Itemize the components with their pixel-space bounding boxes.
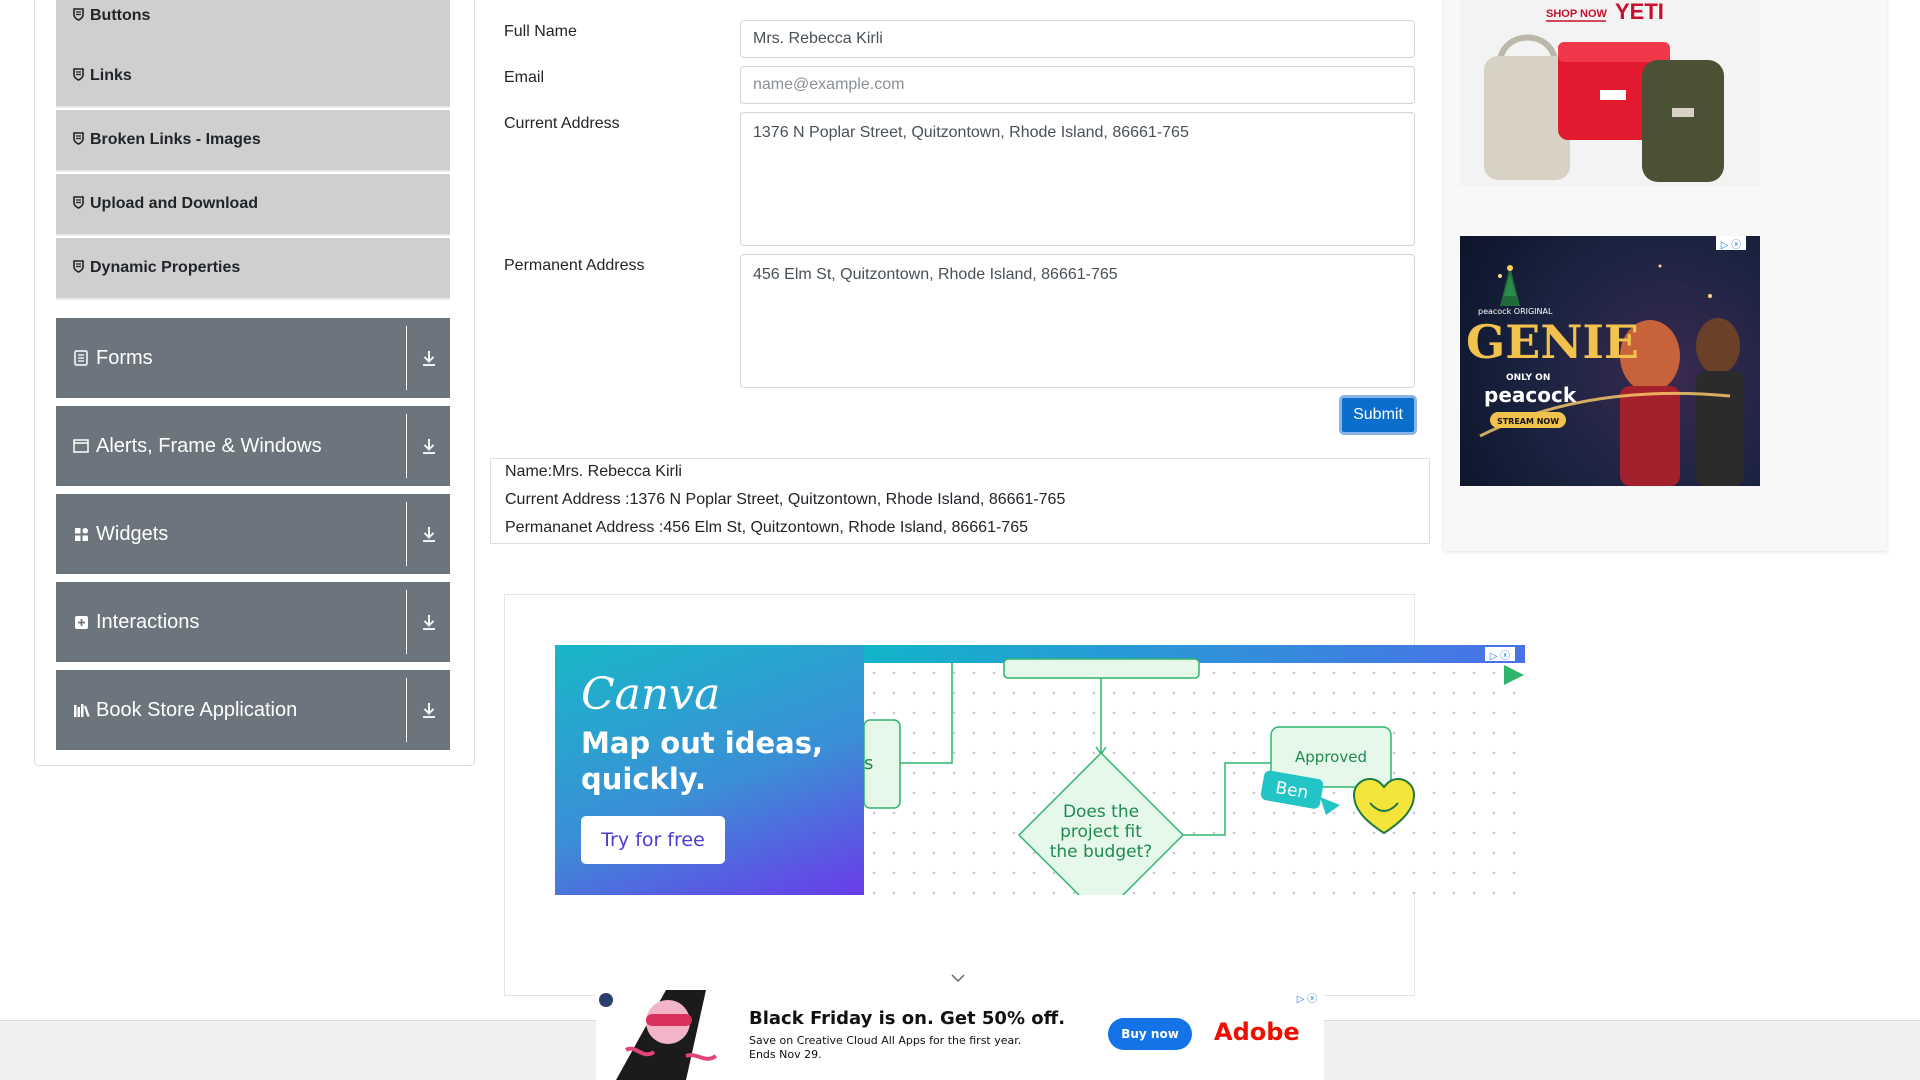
window-icon bbox=[72, 437, 90, 455]
shield-icon bbox=[70, 132, 86, 148]
ad-headline: Map out ideas, quickly. bbox=[581, 726, 824, 796]
shield-icon bbox=[70, 8, 86, 24]
sidebar-item-label: Broken Links - Images bbox=[90, 131, 261, 148]
chevron-down-icon[interactable] bbox=[950, 970, 966, 983]
yeti-ad[interactable]: SHOP NOW YETI bbox=[1460, 0, 1760, 186]
sidebar-group-widgets[interactable]: Widgets bbox=[56, 494, 450, 574]
sidebar-item-broken-links[interactable]: Broken Links - Images bbox=[56, 110, 450, 172]
flowchart-illustration: s Does the project fit the budget? Approve… bbox=[864, 658, 1524, 895]
full-name-label: Full Name bbox=[504, 23, 577, 40]
books-icon bbox=[72, 701, 90, 719]
permanent-address-textarea[interactable]: 456 Elm St, Quitzontown, Rhode Island, 8… bbox=[740, 254, 1415, 388]
sidebar-group-label: Widgets bbox=[96, 522, 169, 545]
sidebar-group-label: Interactions bbox=[96, 610, 200, 633]
sidebar-item-buttons[interactable]: Buttons bbox=[56, 0, 450, 48]
genie-poster-image: peacock ORIGINAL GENIE ONLY ON peacock S… bbox=[1466, 264, 1744, 486]
current-address-label: Current Address bbox=[504, 115, 620, 132]
genie-only-on: ONLY ON bbox=[1506, 373, 1550, 383]
adobe-ad-title: Black Friday is on. Get 50% off. bbox=[749, 1008, 1066, 1029]
full-name-input[interactable] bbox=[740, 20, 1415, 58]
widgets-icon bbox=[72, 525, 90, 543]
adobe-ad-subtitle: Save on Creative Cloud All Apps for the … bbox=[749, 1034, 1022, 1061]
ad-choices-icon[interactable]: ▷ ⓧ bbox=[1292, 990, 1322, 1005]
sidebar-group-alerts[interactable]: Alerts, Frame & Windows bbox=[56, 406, 450, 486]
divider bbox=[406, 590, 407, 654]
adobe-logo: Adobe bbox=[1214, 1018, 1300, 1046]
sidebar-item-label: Dynamic Properties bbox=[90, 259, 241, 276]
expand-icon[interactable] bbox=[408, 494, 450, 574]
genie-stream-now: STREAM NOW bbox=[1497, 417, 1559, 426]
divider bbox=[406, 678, 407, 742]
document-icon bbox=[72, 349, 90, 367]
current-address-textarea[interactable]: 1376 N Poplar Street, Quitzontown, Rhode… bbox=[740, 112, 1415, 246]
divider bbox=[406, 414, 407, 478]
expand-icon[interactable] bbox=[408, 670, 450, 750]
yeti-product-image: SHOP NOW YETI bbox=[1484, 0, 1724, 182]
sidebar-group-label: Book Store Application bbox=[96, 698, 298, 721]
ad-choices-icon[interactable]: ▷ ⓧ bbox=[1716, 236, 1746, 251]
canva-logo: Canva bbox=[581, 669, 721, 720]
email-label: Email bbox=[504, 69, 545, 86]
sidebar-item-label: Upload and Download bbox=[90, 195, 258, 212]
adobe-ad-artwork bbox=[599, 990, 718, 1080]
divider bbox=[406, 326, 407, 390]
diagram-left-text: s bbox=[864, 753, 873, 774]
shield-icon bbox=[70, 260, 86, 276]
sidebar-item-links[interactable]: Links bbox=[56, 46, 450, 108]
shield-icon bbox=[70, 68, 86, 84]
sidebar-group-label: Alerts, Frame & Windows bbox=[96, 434, 322, 457]
output-current-address: Current Address :1376 N Poplar Street, Q… bbox=[505, 491, 1066, 508]
adobe-ad[interactable]: Black Friday is on. Get 50% off. Save on… bbox=[596, 990, 1324, 1080]
output-name: Name:Mrs. Rebecca Kirli bbox=[505, 463, 682, 480]
yeti-brand: YETI bbox=[1615, 0, 1664, 24]
divider bbox=[406, 502, 407, 566]
output-panel: Name:Mrs. Rebecca Kirli Current Address … bbox=[490, 458, 1430, 544]
expand-icon[interactable] bbox=[408, 406, 450, 486]
submit-button[interactable]: Submit bbox=[1339, 395, 1417, 435]
email-input[interactable] bbox=[740, 66, 1415, 104]
try-for-free-button[interactable]: Try for free bbox=[581, 816, 725, 864]
sidebar-item-dynamic-properties[interactable]: Dynamic Properties bbox=[56, 238, 450, 300]
sidebar-item-label: Links bbox=[90, 67, 132, 84]
buy-now-button[interactable]: Buy now bbox=[1108, 1018, 1192, 1050]
genie-peacock: peacock bbox=[1484, 383, 1577, 407]
sidebar-group-book-store[interactable]: Book Store Application bbox=[56, 670, 450, 750]
sidebar-group-interactions[interactable]: Interactions bbox=[56, 582, 450, 662]
output-permanent-address: Permananet Address :456 Elm St, Quitzont… bbox=[505, 519, 1028, 536]
expand-icon[interactable] bbox=[408, 318, 450, 398]
diagram-approved-text: Approved bbox=[1295, 748, 1367, 766]
sidebar-item-label: Buttons bbox=[90, 7, 151, 24]
permanent-address-label: Permanent Address bbox=[504, 257, 645, 274]
ad-choices-icon[interactable]: ▷ ⓧ bbox=[1485, 647, 1515, 662]
genie-ad[interactable]: peacock ORIGINAL GENIE ONLY ON peacock S… bbox=[1460, 236, 1760, 486]
genie-title: GENIE bbox=[1466, 315, 1639, 369]
page: Buttons Links Broken Links - Images Uplo… bbox=[0, 0, 1920, 1080]
interactions-icon bbox=[72, 613, 90, 631]
sidebar-group-label: Forms bbox=[96, 346, 153, 369]
sidebar-group-forms[interactable]: Forms bbox=[56, 318, 450, 398]
svg-text:Does theproject fitthe budget?: Does the project fit the budget? bbox=[1050, 802, 1153, 862]
sidebar-item-upload-download[interactable]: Upload and Download bbox=[56, 174, 450, 236]
shield-icon bbox=[70, 196, 86, 212]
canva-ad[interactable]: Canva Map out ideas, quickly. Try for fr… bbox=[555, 645, 1525, 895]
expand-icon[interactable] bbox=[408, 582, 450, 662]
yeti-shop-now: SHOP NOW bbox=[1546, 8, 1608, 20]
